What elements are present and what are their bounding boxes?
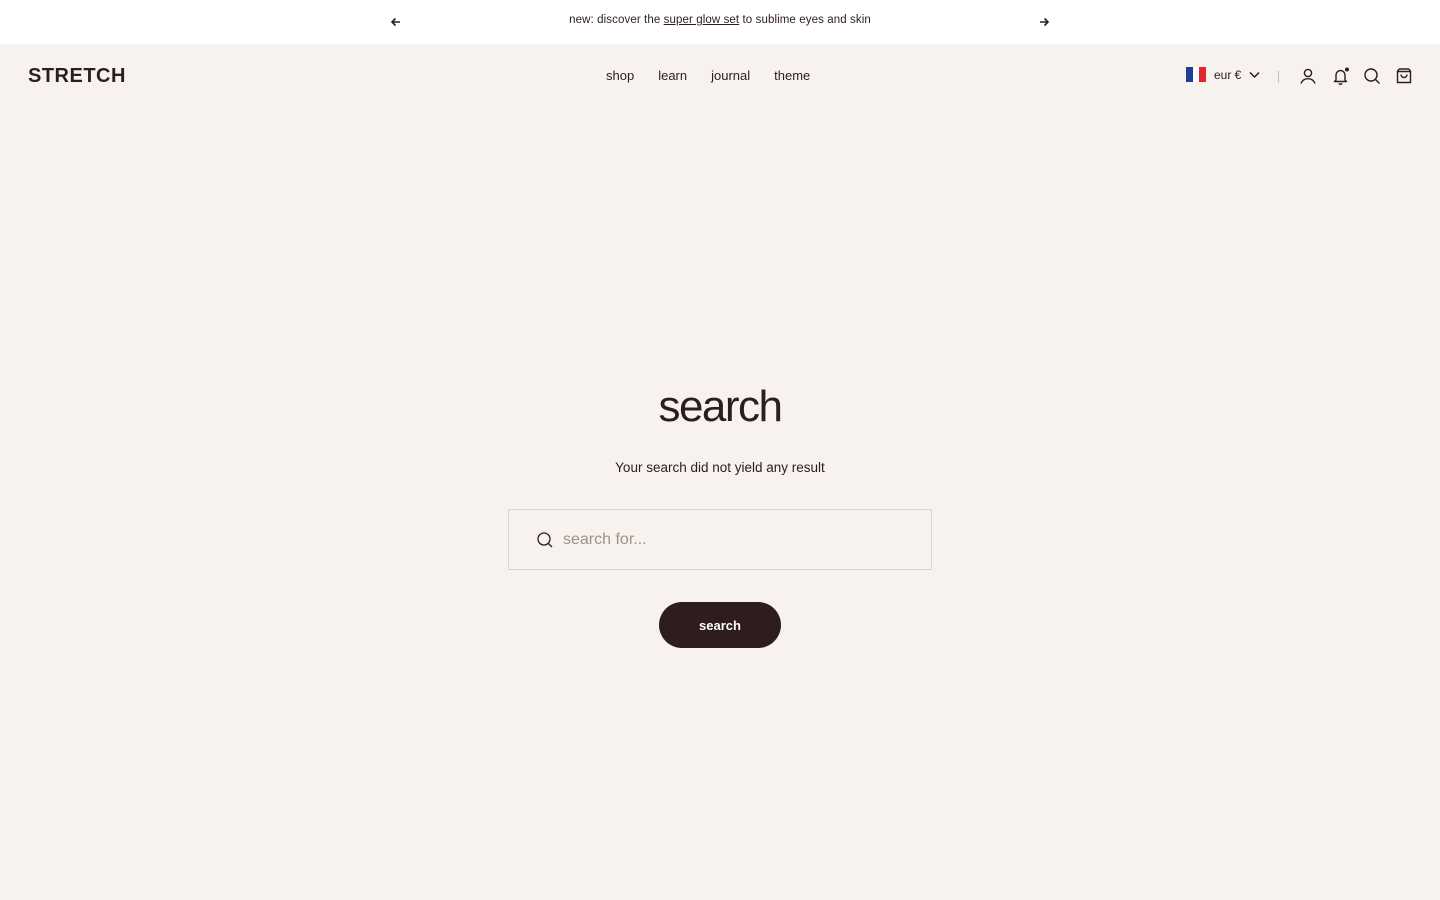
account-icon[interactable] xyxy=(1298,66,1318,86)
notification-bell-icon[interactable] xyxy=(1331,66,1351,86)
search-field[interactable] xyxy=(508,509,932,570)
cart-icon[interactable] xyxy=(1394,66,1414,86)
france-flag-icon xyxy=(1186,67,1207,82)
page-title: search xyxy=(658,382,783,431)
header-divider xyxy=(1278,71,1279,83)
arrow-left-icon[interactable] xyxy=(386,12,406,32)
announcement-prefix: new: discover the xyxy=(569,14,661,26)
nav-shop[interactable]: shop xyxy=(606,68,634,83)
arrow-right-icon[interactable] xyxy=(1034,12,1054,32)
announcement-link[interactable]: super glow set xyxy=(664,14,740,26)
announcement-bar: new: discover the super glow set to subl… xyxy=(0,0,1440,44)
nav-journal[interactable]: journal xyxy=(711,68,750,83)
main-nav: shop learn journal theme xyxy=(606,68,810,83)
search-icon[interactable] xyxy=(1362,66,1382,86)
currency-selector[interactable]: eur € xyxy=(1186,67,1260,82)
nav-learn[interactable]: learn xyxy=(658,68,687,83)
no-results-message: Your search did not yield any result xyxy=(615,460,825,475)
announcement-suffix: to sublime eyes and skin xyxy=(742,14,871,26)
nav-theme[interactable]: theme xyxy=(774,68,810,83)
currency-label: eur € xyxy=(1214,67,1242,82)
search-input[interactable] xyxy=(563,510,923,569)
logo[interactable]: STRETCH xyxy=(28,65,126,88)
search-button[interactable]: search xyxy=(659,602,781,648)
site-header: STRETCH shop learn journal theme eur € xyxy=(0,44,1440,108)
announcement-text: new: discover the super glow set to subl… xyxy=(420,14,1020,26)
search-icon xyxy=(537,532,553,548)
chevron-down-icon xyxy=(1249,71,1260,78)
search-page: search Your search did not yield any res… xyxy=(0,108,1440,900)
